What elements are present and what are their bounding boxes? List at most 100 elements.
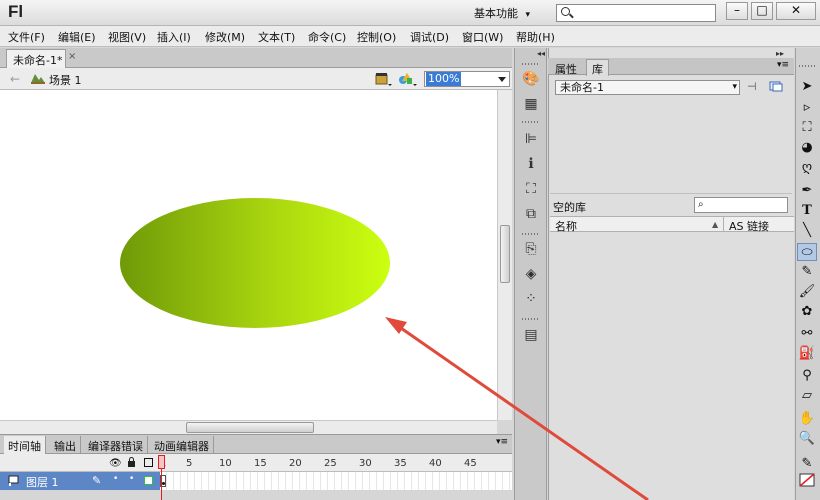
hand-tool-icon[interactable]: ✋: [797, 410, 817, 428]
transform-icon[interactable]: ⛶: [521, 180, 541, 198]
stroke-color-icon[interactable]: ✎: [797, 455, 817, 473]
library-column-header: 名称 ▲ AS 链接: [550, 216, 794, 233]
menu-file[interactable]: 文件(F): [8, 29, 45, 45]
outline-color-swatch[interactable]: [144, 476, 153, 485]
search-icon: [561, 7, 570, 16]
tab-timeline[interactable]: 时间轴: [4, 436, 46, 454]
free-transform-tool-icon[interactable]: ⛶: [797, 119, 817, 137]
eraser-tool-icon[interactable]: ▱: [797, 387, 817, 405]
motion-presets-icon[interactable]: ⁘: [521, 290, 541, 308]
scrollbar-thumb[interactable]: [500, 225, 510, 283]
tab-close-icon[interactable]: ×: [68, 51, 76, 62]
align-icon[interactable]: ⊫: [521, 130, 541, 148]
collapse-icon[interactable]: ◂◂: [537, 49, 545, 58]
scrollbar-thumb[interactable]: [186, 422, 314, 433]
color-palette-icon[interactable]: 🎨: [521, 70, 541, 88]
grip-icon[interactable]: [799, 65, 815, 67]
panel-menu-icon[interactable]: ▾≡: [777, 60, 789, 70]
edit-symbols-icon[interactable]: [398, 71, 418, 87]
eye-icon[interactable]: 👁: [109, 458, 122, 469]
zoom-select[interactable]: 100%: [424, 71, 510, 87]
layer-cell[interactable]: 图层 1 ✎ • •: [0, 472, 160, 490]
menu-debug[interactable]: 调试(D): [410, 29, 449, 45]
scene-label[interactable]: 场景 1: [49, 72, 82, 88]
tab-output[interactable]: 输出: [50, 436, 81, 454]
library-item-list[interactable]: [550, 232, 794, 500]
library-search-input[interactable]: ⌕: [694, 197, 788, 213]
edit-scene-icon[interactable]: [375, 71, 393, 87]
vertical-scrollbar[interactable]: [497, 90, 512, 420]
code-snippets-icon[interactable]: ⧉: [521, 205, 541, 223]
menu-bar: 文件(F) 编辑(E) 视图(V) 插入(I) 修改(M) 文本(T) 命令(C…: [0, 26, 820, 47]
menu-control[interactable]: 控制(O): [357, 29, 396, 45]
chevron-down-icon: [498, 77, 506, 82]
frame-number: 25: [324, 458, 337, 469]
tab-library[interactable]: 库: [586, 59, 609, 76]
pin-library-icon[interactable]: ⊣: [747, 80, 757, 93]
grip-icon[interactable]: [522, 121, 538, 123]
deco-tool-icon[interactable]: ✿: [797, 303, 817, 321]
maximize-button[interactable]: □: [751, 2, 773, 20]
minimize-button[interactable]: –: [726, 2, 748, 20]
tab-properties[interactable]: 属性: [551, 60, 581, 76]
menu-modify[interactable]: 修改(M): [205, 29, 245, 45]
brush-tool-icon[interactable]: 🖌: [797, 283, 817, 301]
menu-edit[interactable]: 编辑(E): [58, 29, 96, 45]
panel-menu-icon[interactable]: ▾≡: [496, 437, 508, 447]
grip-icon[interactable]: [522, 63, 538, 65]
outline-icon[interactable]: [144, 458, 153, 467]
zoom-tool-icon[interactable]: 🔍: [797, 430, 817, 448]
library-document-select[interactable]: 未命名-1 ▾: [555, 80, 740, 95]
movie-explorer-icon[interactable]: ▤: [521, 326, 541, 344]
lock-icon[interactable]: [127, 457, 136, 467]
stage-canvas[interactable]: [0, 90, 497, 420]
subselection-tool-icon[interactable]: ▹: [797, 99, 817, 117]
lasso-tool-icon[interactable]: ღ: [797, 159, 817, 177]
line-tool-icon[interactable]: ╲: [797, 222, 817, 240]
menu-help[interactable]: 帮助(H): [516, 29, 555, 45]
lock-dot[interactable]: •: [129, 474, 134, 484]
menu-view[interactable]: 视图(V): [108, 29, 146, 45]
help-search-input[interactable]: [556, 4, 716, 22]
sort-icon[interactable]: ▲: [712, 220, 718, 229]
back-arrow-icon[interactable]: ←: [10, 72, 20, 86]
components-icon[interactable]: ◈: [521, 265, 541, 283]
bone-tool-icon[interactable]: ⚯: [797, 325, 817, 343]
horizontal-scrollbar[interactable]: [0, 420, 497, 434]
pencil-icon[interactable]: ✎: [92, 474, 101, 487]
close-button[interactable]: ✕: [776, 2, 816, 20]
layer-name[interactable]: 图层 1: [26, 474, 59, 490]
actions-icon[interactable]: ⎘: [521, 240, 541, 258]
text-tool-icon[interactable]: T: [797, 202, 817, 220]
stage-drawing: [120, 198, 390, 328]
gradient-ellipse[interactable]: [120, 198, 390, 328]
eyedropper-tool-icon[interactable]: ⚲: [797, 367, 817, 385]
document-tab[interactable]: 未命名-1*: [6, 49, 66, 68]
visibility-dot[interactable]: •: [113, 474, 118, 484]
pen-tool-icon[interactable]: ✒: [797, 182, 817, 200]
selection-tool-icon[interactable]: ➤: [797, 78, 817, 96]
swatches-icon[interactable]: ▦: [521, 95, 541, 113]
frame-number: 35: [394, 458, 407, 469]
workspace-switcher[interactable]: 基本功能 ▾: [474, 5, 550, 21]
menu-insert[interactable]: 插入(I): [157, 29, 191, 45]
menu-commands[interactable]: 命令(C): [308, 29, 346, 45]
frame-number: 10: [219, 458, 232, 469]
fill-color-icon[interactable]: [797, 473, 817, 491]
playhead[interactable]: [158, 455, 165, 500]
document-tab-label: 未命名-1*: [13, 54, 63, 67]
paint-bucket-tool-icon[interactable]: ⛽: [797, 345, 817, 363]
menu-window[interactable]: 窗口(W): [462, 29, 503, 45]
expand-icon[interactable]: ▸▸: [776, 49, 784, 58]
menu-text[interactable]: 文本(T): [258, 29, 295, 45]
pencil-tool-icon[interactable]: ✎: [797, 263, 817, 281]
tab-motion-editor[interactable]: 动画编辑器: [150, 436, 214, 454]
frame-cells[interactable]: [160, 472, 512, 490]
tab-compiler-errors[interactable]: 编译器错误: [84, 436, 148, 454]
new-library-icon[interactable]: [769, 80, 783, 92]
grip-icon[interactable]: [522, 318, 538, 320]
oval-tool-icon[interactable]: ⬭: [797, 243, 817, 261]
3d-rotation-tool-icon[interactable]: ◕: [797, 139, 817, 157]
info-icon[interactable]: ℹ: [521, 155, 541, 173]
grip-icon[interactable]: [522, 233, 538, 235]
